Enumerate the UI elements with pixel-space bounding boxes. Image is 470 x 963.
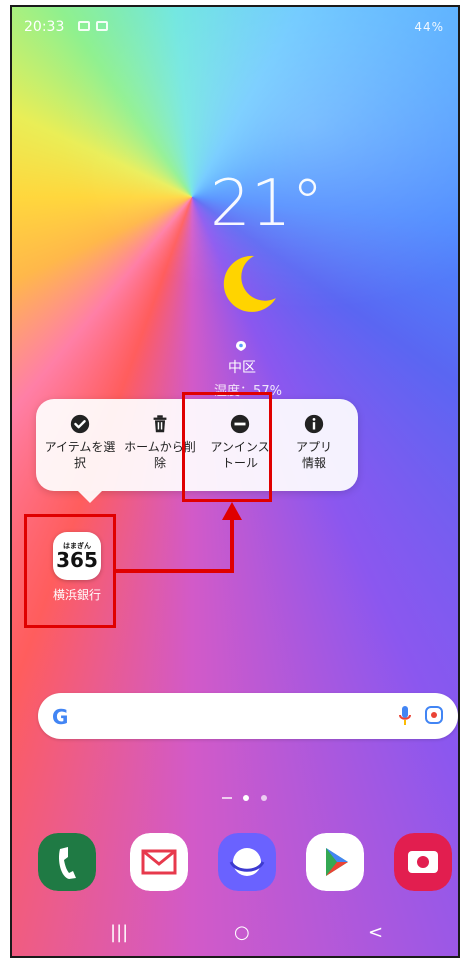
mail-icon[interactable] [130,833,188,891]
menu-uninstall[interactable]: アンインス トール [200,413,280,471]
home-button[interactable]: ○ [234,922,250,943]
trash-icon [153,415,167,433]
weather-temperature[interactable]: 21° [210,167,323,241]
weather-humidity: 湿度：57% [214,384,282,399]
arrow-vertical [230,517,234,573]
menu-select-item[interactable]: アイテムを選 択 [40,413,120,471]
mail-notification-icon [96,21,108,31]
phone-screen: 20:33 44% 21° 中区 湿度：57% アイテムを選 択 ホームから削 … [10,5,460,958]
menu-remove-label: ホームから削 除 [124,440,196,470]
yokohama-bank-app[interactable]: はまぎん 365 横浜銀行 [42,532,112,603]
page-indicator [222,795,267,801]
mic-icon[interactable] [398,705,412,727]
camera-icon[interactable] [394,833,452,891]
menu-app-info-label: アプリ 情報 [295,440,332,470]
check-circle-icon [70,414,90,434]
back-button[interactable]: < [368,922,383,943]
weather-location: 中区 [228,360,256,376]
yokohama-bank-app-icon[interactable]: はまぎん 365 [53,532,101,580]
menu-select-label: アイテムを選 択 [44,440,116,470]
menu-app-info[interactable]: アプリ 情報 [274,413,354,471]
battery-text: 44% [414,20,444,34]
app-name: 横浜銀行 [52,588,101,602]
app-context-menu: アイテムを選 択 ホームから削 除 アンインス トール アプリ 情報 [36,399,358,503]
google-search-bar[interactable]: G [38,693,458,739]
info-icon [304,414,324,434]
status-bar: 20:33 44% [24,19,446,41]
internet-icon[interactable] [218,833,276,891]
arrow-head [222,502,242,520]
arrow-horizontal [116,569,234,573]
google-logo: G [52,705,69,729]
minus-circle-icon [230,414,250,434]
recent-apps-button[interactable]: ||| [110,922,128,943]
status-left-icons [78,21,108,31]
app-dock [38,833,456,897]
phone-icon[interactable] [38,833,96,891]
app-icon-big-text: 365 [56,548,98,572]
location-pin-icon [236,341,246,351]
navigation-bar: ||| ○ < [12,904,458,956]
gallery-icon [78,21,90,31]
status-time: 20:33 [24,19,65,35]
menu-uninstall-label: アンインス トール [210,440,270,470]
menu-remove-home[interactable]: ホームから削 除 [120,413,200,471]
play-store-icon[interactable] [306,833,364,891]
moon-icon [223,255,276,312]
google-lens-icon[interactable] [424,705,444,725]
